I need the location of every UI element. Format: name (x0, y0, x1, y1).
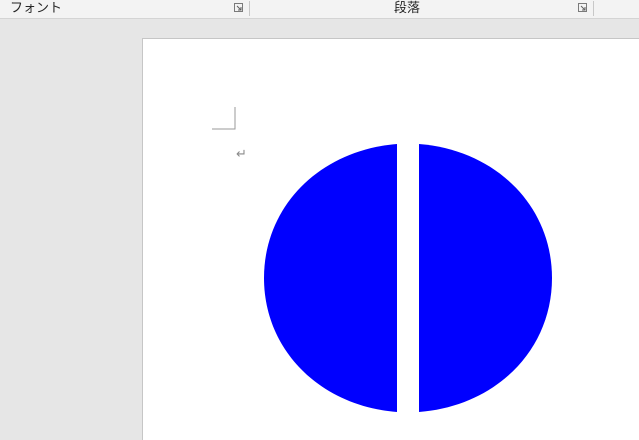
left-half-circle[interactable] (264, 144, 397, 412)
ribbon-group-separator (593, 1, 594, 16)
split-circle-shape[interactable] (262, 142, 554, 414)
paragraph-mark-icon: ↵ (236, 147, 247, 162)
ribbon-group-label-bar: フォント 段落 (0, 0, 639, 19)
ribbon-group-separator (249, 1, 250, 16)
font-dialog-launcher-icon[interactable] (234, 3, 243, 12)
paragraph-group-label: 段落 (394, 1, 421, 16)
font-group-label: フォント (10, 1, 63, 16)
paragraph-dialog-launcher-icon[interactable] (578, 3, 587, 12)
right-half-circle[interactable] (419, 144, 552, 412)
page-margin-corner-icon (212, 107, 236, 130)
